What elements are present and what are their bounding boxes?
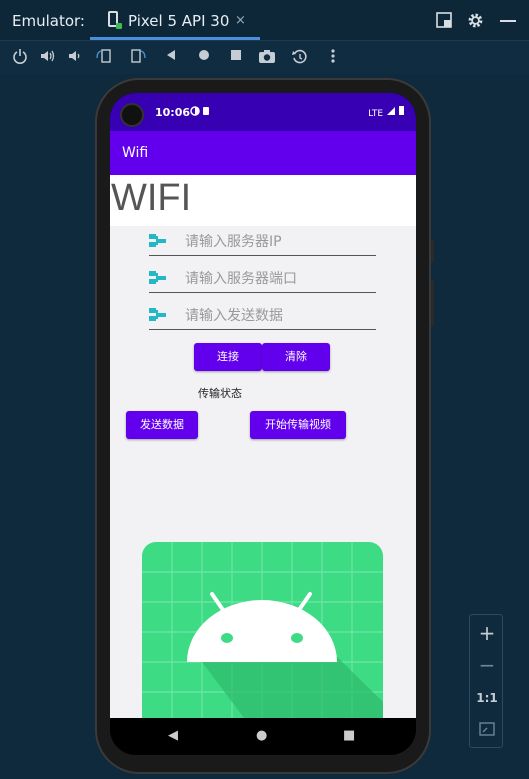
zoom-1to1-button[interactable]: 1:1 [470, 691, 504, 705]
transfer-status: 传输状态 [198, 387, 242, 400]
send-data-input[interactable] [183, 305, 372, 327]
camera-icon[interactable] [258, 48, 276, 66]
network-icon [149, 234, 167, 248]
server-port-input[interactable] [183, 268, 372, 290]
heading-band: WIFI [110, 175, 416, 226]
app-title: Wifi [122, 145, 149, 161]
server-ip-input[interactable] [183, 231, 372, 253]
rotate-right-icon[interactable] [129, 48, 147, 66]
front-camera [120, 103, 144, 127]
power-icon[interactable] [11, 48, 29, 66]
gear-icon[interactable] [467, 12, 484, 33]
send-data-field[interactable] [149, 303, 376, 330]
emulator-toolbar [0, 40, 529, 74]
volume-side-button[interactable] [431, 280, 434, 326]
network-icon [149, 271, 167, 285]
rotate-left-icon[interactable] [95, 48, 113, 66]
nav-recents-button[interactable]: ■ [343, 728, 355, 743]
android-robot-image [142, 542, 383, 718]
home-icon[interactable] [195, 48, 213, 66]
power-side-button[interactable] [431, 240, 434, 262]
volume-down-icon[interactable] [66, 48, 84, 66]
fit-screen-icon[interactable] [470, 721, 504, 740]
lte-label: LTE [368, 109, 384, 119]
tab-close-icon[interactable]: × [235, 13, 246, 28]
server-port-field[interactable] [149, 266, 376, 293]
network-indicator: LTE [368, 106, 406, 119]
status-icons [190, 105, 214, 120]
status-bar: 10:06 LTE [110, 93, 416, 131]
network-icon [149, 308, 167, 322]
nav-back-button[interactable]: ◀ [168, 728, 178, 743]
zoom-in-button[interactable]: + [470, 621, 504, 645]
volume-up-icon[interactable] [39, 48, 57, 66]
send-data-button[interactable]: 发送数据 [126, 411, 198, 439]
overview-icon[interactable] [227, 48, 245, 66]
connect-button[interactable]: 连接 [194, 343, 262, 371]
emulator-label: Emulator: [12, 12, 85, 30]
app-bar: Wifi [110, 131, 416, 175]
server-ip-field[interactable] [149, 229, 376, 256]
tab-pixel5[interactable]: Pixel 5 API 30 × [90, 0, 260, 40]
tab-label: Pixel 5 API 30 [128, 12, 230, 30]
start-video-button[interactable]: 开始传输视频 [250, 411, 346, 439]
replay-icon[interactable] [291, 48, 309, 66]
status-time: 10:06 [155, 106, 191, 119]
layout-icon[interactable] [436, 12, 452, 32]
emulator-titlebar: Emulator: Pixel 5 API 30 × [0, 0, 529, 40]
wifi-heading: WIFI [111, 177, 192, 219]
zoom-panel: + − 1:1 [469, 614, 503, 748]
nav-home-button[interactable]: ● [256, 728, 267, 743]
device-icon [108, 11, 122, 29]
more-icon[interactable] [324, 48, 342, 66]
device-screen: 10:06 LTE Wifi WIFI 请输入服务器IP 请输入服务器端口 请输… [110, 93, 416, 755]
back-icon[interactable] [162, 48, 180, 66]
nav-bar: ◀ ● ■ [110, 718, 416, 755]
app-content: WIFI 连接 清除 传输状态 发送数据 开始传输视频 [110, 175, 416, 718]
minimize-icon[interactable] [500, 20, 516, 22]
zoom-out-button[interactable]: − [470, 653, 504, 677]
clear-button[interactable]: 清除 [262, 343, 330, 371]
